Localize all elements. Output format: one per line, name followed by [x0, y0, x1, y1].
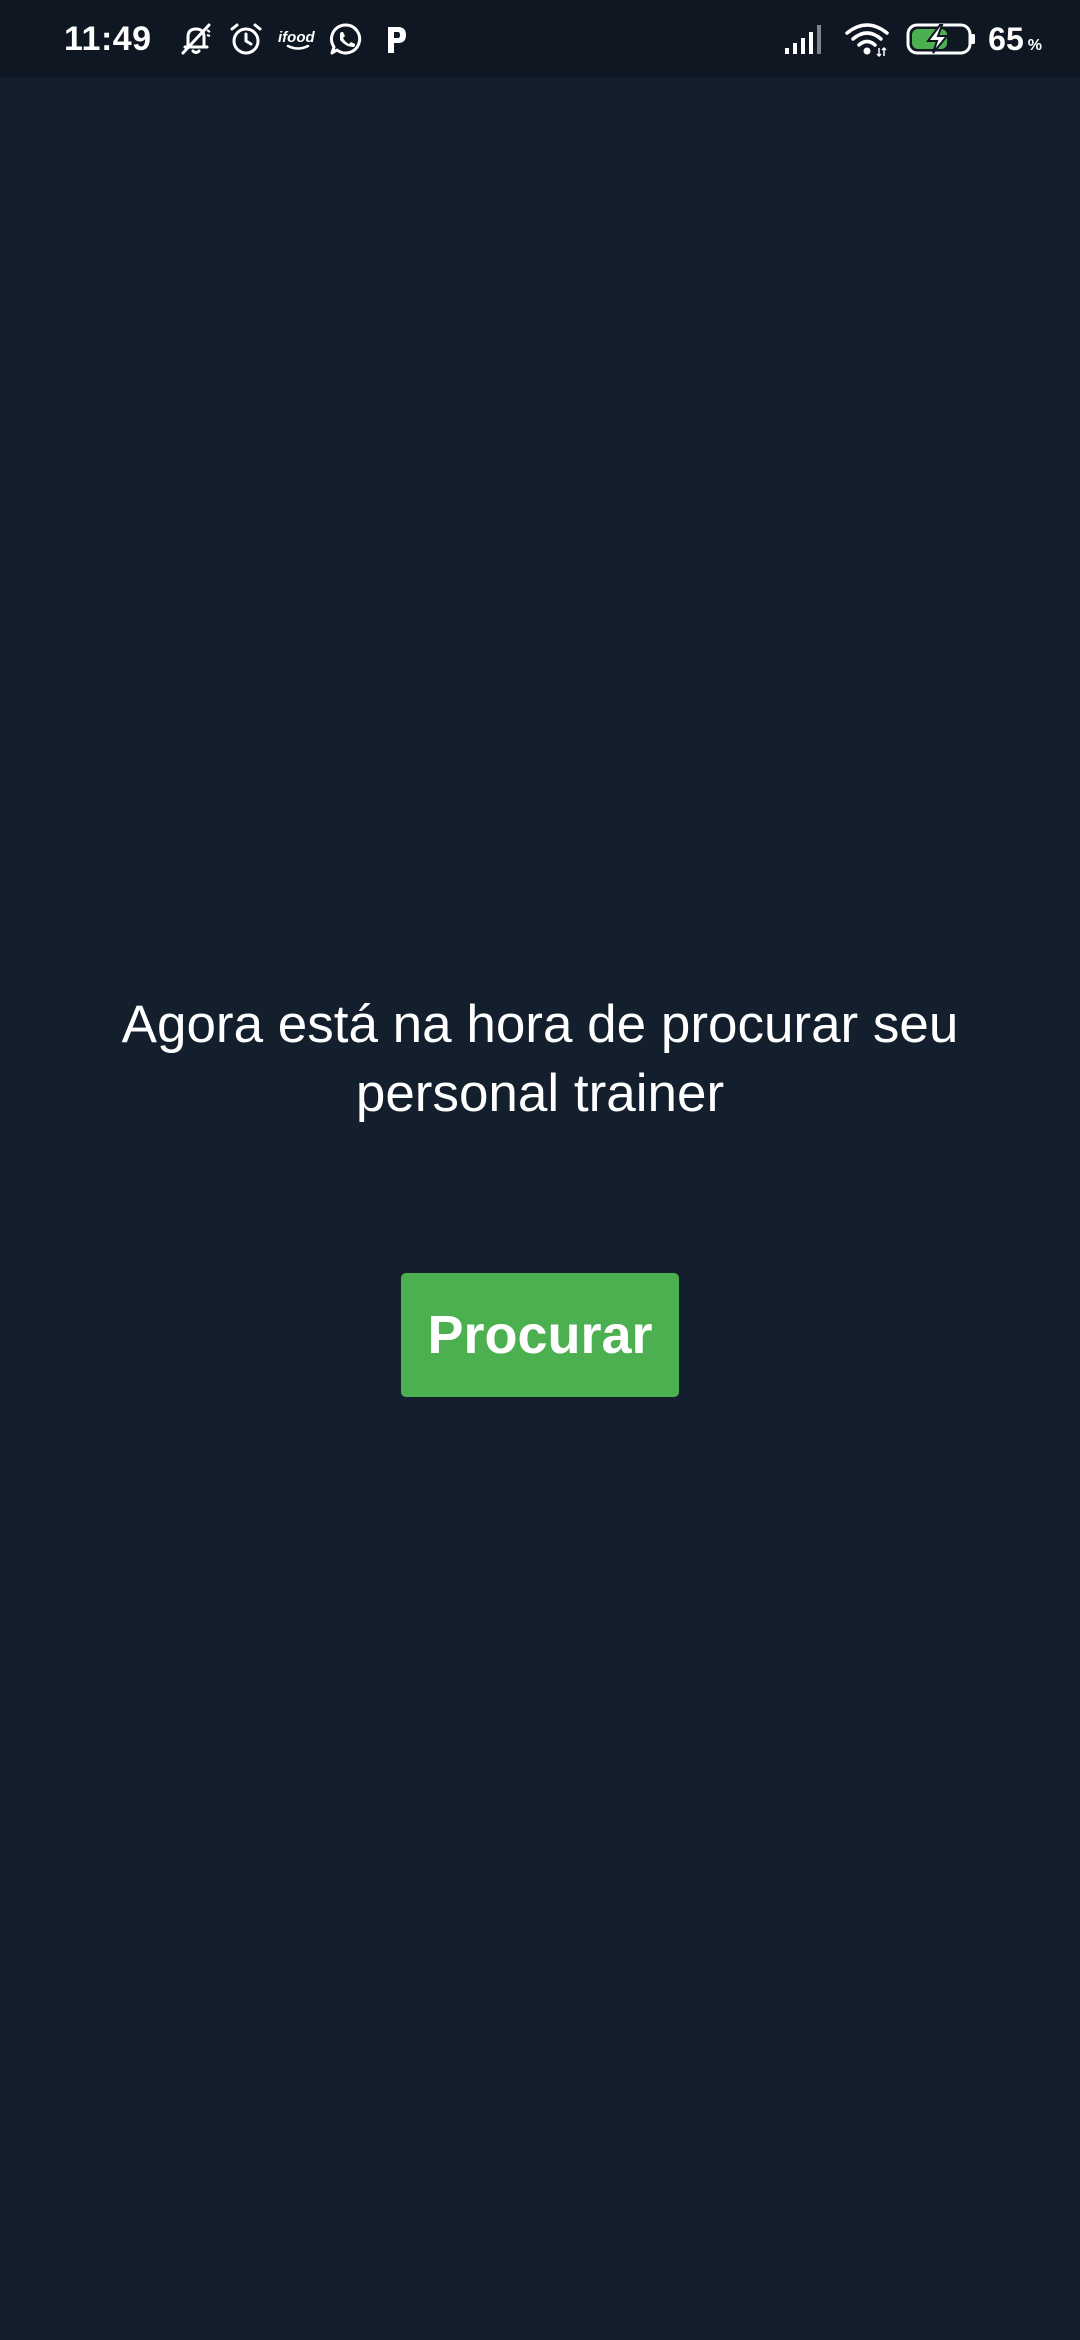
status-time: 11:49	[64, 19, 152, 58]
battery-charging-icon	[906, 19, 978, 59]
status-bar-right: 65%	[772, 19, 1042, 59]
battery-percentage-value: 65	[988, 20, 1024, 57]
ifood-logo-text: ifood	[278, 29, 315, 46]
whatsapp-icon	[326, 19, 366, 59]
find-trainer-message: Agora está na hora de procurar seu perso…	[121, 995, 959, 1123]
wifi-icon	[842, 19, 892, 59]
p-app-icon	[376, 19, 416, 59]
status-bar: 11:49 ifood 65 %	[0, 0, 1080, 78]
alarm-icon	[226, 19, 266, 59]
battery-percentage-unit: %	[1027, 36, 1042, 54]
cellular-signal-icon	[782, 19, 828, 59]
ifood-icon: ifood	[276, 19, 316, 59]
bell-off-icon	[176, 19, 216, 59]
status-bar-left: 11:49 ifood	[64, 19, 416, 59]
search-trainer-button[interactable]: Procurar	[401, 1273, 679, 1397]
battery-percentage: 65%	[988, 21, 1042, 58]
